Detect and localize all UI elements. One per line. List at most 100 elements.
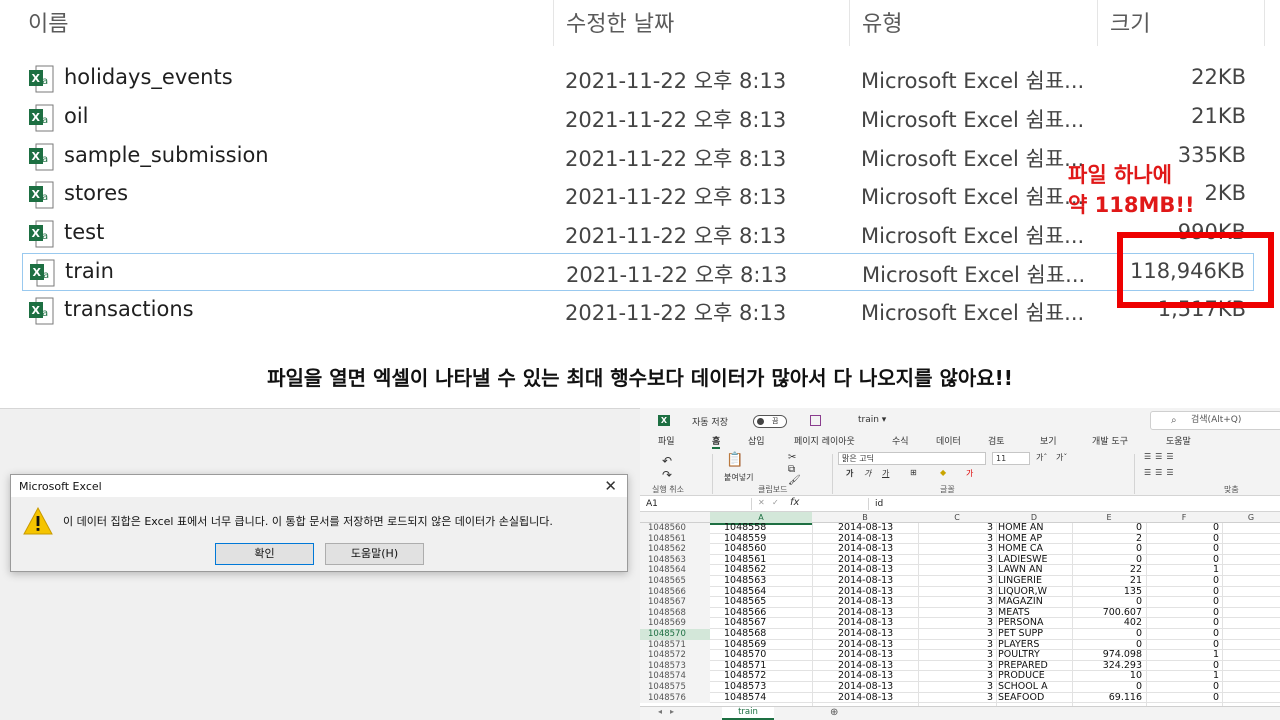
cell-store[interactable]: 3 (940, 671, 993, 682)
cell-onpromotion[interactable]: 0 (1145, 554, 1219, 566)
cell-family[interactable]: LAWN AN (998, 565, 1070, 576)
cell-family[interactable]: SCHOOL A (998, 682, 1070, 693)
column-header-e[interactable]: E (1072, 512, 1146, 523)
cell-store[interactable]: 3 (940, 650, 993, 661)
cell-store[interactable]: 3 (940, 607, 993, 619)
cell-date[interactable]: 2014-08-13 (838, 681, 893, 693)
cell-store[interactable]: 3 (940, 586, 993, 598)
fill-color-icon[interactable]: ◆ (940, 468, 946, 477)
shrink-font-icon[interactable]: 가ˇ (1056, 452, 1067, 463)
column-divider[interactable] (1264, 0, 1265, 46)
tab-developer[interactable]: 개발 도구 (1092, 434, 1128, 447)
cell-sales[interactable]: 69.116 (1072, 692, 1142, 704)
cell-family[interactable]: PRODUCE (998, 671, 1070, 682)
row-number[interactable]: 1048572 (640, 650, 710, 661)
sort-up-icon[interactable]: ^ (276, 0, 291, 13)
cell-sales[interactable]: 0 (1072, 628, 1142, 640)
cell-family[interactable]: POULTRY (998, 650, 1070, 661)
cell-onpromotion[interactable]: 0 (1145, 597, 1219, 608)
document-name[interactable]: train ▾ (858, 415, 886, 425)
cell-sales[interactable]: 2 (1072, 533, 1142, 545)
align-top-icons[interactable]: ☰☰☰ (1144, 452, 1178, 461)
cell-onpromotion[interactable]: 0 (1145, 522, 1219, 534)
tab-view[interactable]: 보기 (1040, 434, 1057, 447)
cell-sales[interactable]: 0 (1072, 681, 1142, 693)
row-number[interactable]: 1048560 (640, 523, 710, 534)
cell-onpromotion[interactable]: 0 (1145, 533, 1219, 545)
row-number[interactable]: 1048562 (640, 544, 710, 555)
font-size-select[interactable]: 11 (992, 452, 1030, 465)
cell-sales[interactable]: 0 (1072, 522, 1142, 534)
cell-store[interactable]: 3 (940, 522, 993, 534)
cell-family[interactable]: HOME AN (998, 523, 1070, 534)
row-number[interactable]: 1048564 (640, 565, 710, 576)
cell-id[interactable]: 1048573 (724, 681, 766, 693)
name-box[interactable]: A1 (646, 498, 752, 510)
cell-family[interactable]: HOME AP (998, 534, 1070, 545)
column-header-name[interactable]: 이름 (28, 6, 68, 38)
cell-family[interactable]: PREPARED (998, 661, 1070, 672)
cell-store[interactable]: 3 (940, 533, 993, 545)
cell-store[interactable]: 3 (940, 565, 993, 576)
column-header-c[interactable]: C (918, 512, 996, 523)
column-header-size[interactable]: 크기 (1110, 6, 1150, 38)
paste-label[interactable]: 붙여넣기 (724, 472, 753, 483)
tab-review[interactable]: 검토 (988, 434, 1005, 447)
cell-onpromotion[interactable]: 0 (1145, 618, 1219, 629)
cell-onpromotion[interactable]: 0 (1145, 586, 1219, 598)
file-row[interactable]: a X transactions 2021-11-22 오후 8:13 Microsof… (22, 292, 1254, 330)
redo-icon[interactable]: ↷ (662, 468, 672, 482)
cell-family[interactable]: MAGAZIN (998, 597, 1070, 608)
cell-sales[interactable]: 10 (1072, 671, 1142, 682)
row-number[interactable]: 1048576 (640, 692, 710, 704)
row-number[interactable]: 1048571 (640, 639, 710, 651)
file-row[interactable]: a X test 2021-11-22 오후 8:13 Microsoft Excel … (22, 215, 1254, 253)
cell-store[interactable]: 3 (940, 692, 993, 704)
cell-family[interactable]: PERSONA (998, 618, 1070, 629)
cell-id[interactable]: 1048574 (724, 692, 766, 704)
cell-sales[interactable]: 402 (1072, 618, 1142, 629)
cell-onpromotion[interactable]: 0 (1145, 575, 1219, 587)
row-number[interactable]: 1048575 (640, 682, 710, 693)
font-color-icon[interactable]: 가 (966, 468, 973, 479)
tab-home[interactable]: 홈 (712, 434, 721, 449)
tab-page-layout[interactable]: 페이지 레이아웃 (794, 434, 855, 447)
cell-date[interactable]: 2014-08-13 (838, 628, 893, 640)
cell-family[interactable]: MEATS (998, 608, 1070, 619)
tab-formulas[interactable]: 수식 (892, 434, 909, 447)
copy-icon[interactable]: ⧉ (788, 464, 795, 475)
sheet-tab-train[interactable]: train (722, 707, 774, 720)
cut-icon[interactable]: ✂ (788, 452, 796, 463)
column-header-date[interactable]: 수정한 날짜 (566, 6, 674, 38)
italic-icon[interactable]: 가 (864, 468, 871, 479)
cell-store[interactable]: 3 (940, 639, 993, 651)
grow-font-icon[interactable]: 가ˆ (1036, 452, 1047, 463)
file-row[interactable]: a X train 2021-11-22 오후 8:13 Microsoft Excel… (22, 253, 1254, 291)
ok-button[interactable]: 확인 (215, 543, 314, 565)
cell-store[interactable]: 3 (940, 660, 993, 672)
underline-icon[interactable]: 가 (882, 468, 889, 479)
border-icon[interactable]: ⊞ (910, 468, 917, 477)
row-number[interactable]: 1048563 (640, 554, 710, 566)
undo-icon[interactable]: ↶ (662, 454, 672, 468)
cell-id[interactable]: 1048558 (724, 522, 766, 534)
row-number[interactable]: 1048566 (640, 586, 710, 598)
file-row[interactable]: a X holidays_events 2021-11-22 오후 8:13 Micro… (22, 60, 1254, 98)
cell-family[interactable]: LINGERIE (998, 576, 1070, 587)
column-divider[interactable] (553, 0, 554, 46)
tab-help[interactable]: 도움말 (1166, 434, 1191, 447)
column-header-f[interactable]: F (1146, 512, 1222, 523)
cell-family[interactable]: LIQUOR,W (998, 587, 1070, 598)
column-header-g[interactable]: G (1222, 512, 1280, 523)
cell-id[interactable]: 1048563 (724, 575, 766, 587)
cell-onpromotion[interactable]: 0 (1145, 681, 1219, 693)
tab-data[interactable]: 데이터 (936, 434, 961, 447)
cell-onpromotion[interactable]: 1 (1145, 671, 1219, 682)
cell-onpromotion[interactable]: 0 (1145, 660, 1219, 672)
cell-onpromotion[interactable]: 0 (1145, 544, 1219, 555)
cell-onpromotion[interactable]: 1 (1145, 565, 1219, 576)
column-header-d[interactable]: D (996, 512, 1072, 523)
add-sheet-icon[interactable]: ⊕ (830, 707, 838, 718)
cell-onpromotion[interactable]: 0 (1145, 692, 1219, 704)
row-number[interactable]: 1048561 (640, 533, 710, 545)
